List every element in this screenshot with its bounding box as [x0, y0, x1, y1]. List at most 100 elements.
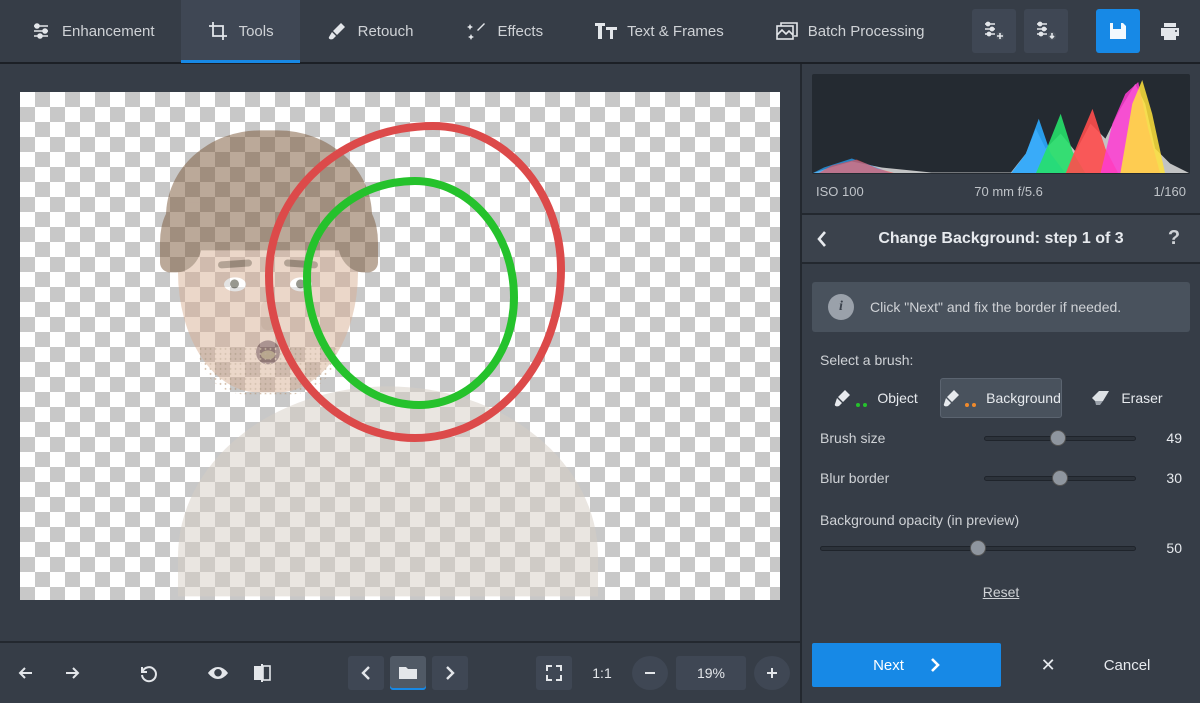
cancel-button-label: Cancel	[1104, 657, 1151, 674]
brush-eraser-label: Eraser	[1121, 390, 1162, 406]
next-image-button[interactable]	[432, 656, 468, 690]
slider-label: Background opacity (in preview)	[820, 512, 1182, 528]
save-button[interactable]	[1096, 9, 1140, 53]
cancel-button[interactable]: ✕ Cancel	[1001, 643, 1190, 687]
slider-value: 49	[1150, 430, 1182, 446]
object-dots-icon	[856, 403, 867, 407]
meta-lens: 70 mm f/5.6	[974, 184, 1043, 199]
eye-icon	[206, 665, 230, 681]
panel-title: Change Background: step 1 of 3	[878, 230, 1123, 248]
tab-batch-processing[interactable]: Batch Processing	[750, 0, 951, 63]
tab-label: Retouch	[358, 23, 414, 40]
slider-blur-border-track[interactable]	[984, 468, 1136, 488]
zoom-actual-button[interactable]: 1:1	[580, 656, 624, 690]
panel-back-button[interactable]	[816, 230, 840, 248]
image-canvas[interactable]	[20, 92, 780, 600]
undo-icon	[17, 665, 39, 681]
histogram	[812, 74, 1190, 174]
tab-retouch[interactable]: Retouch	[300, 0, 440, 63]
chevron-left-icon	[360, 665, 372, 681]
brush-icon	[326, 20, 348, 42]
zoom-level-display[interactable]: 19%	[676, 656, 746, 690]
reset-link[interactable]: Reset	[802, 568, 1200, 610]
image-metadata: ISO 100 70 mm f/5.6 1/160	[802, 180, 1200, 213]
browse-images-button[interactable]	[390, 656, 426, 690]
print-button[interactable]	[1148, 9, 1192, 53]
compare-button[interactable]	[244, 656, 280, 690]
panel-footer: Next ✕ Cancel	[802, 631, 1200, 703]
brush-object-label: Object	[877, 390, 917, 406]
zoom-in-button[interactable]	[754, 656, 790, 690]
slider-brush-size: Brush size 49	[802, 418, 1200, 458]
top-toolbar: Enhancement Tools Retouch Effects Text &…	[0, 0, 1200, 64]
zoom-level-value: 19%	[697, 665, 725, 681]
sliders-icon	[30, 20, 52, 42]
slider-blur-border: Blur border 30	[802, 458, 1200, 498]
slider-bg-opacity: Background opacity (in preview) 50	[820, 502, 1182, 568]
undo-button[interactable]	[10, 656, 46, 690]
brush-background-label: Background	[986, 390, 1061, 406]
preview-toggle-button[interactable]	[200, 656, 236, 690]
redo-icon	[59, 665, 81, 681]
fit-screen-button[interactable]	[536, 656, 572, 690]
slider-value: 50	[1150, 540, 1182, 556]
panel-help-button[interactable]: ?	[1162, 227, 1186, 250]
tab-effects[interactable]: Effects	[439, 0, 569, 63]
export-settings-button[interactable]	[1024, 9, 1068, 53]
import-settings-button[interactable]	[972, 9, 1016, 53]
sliders-export-icon	[1035, 20, 1057, 42]
tab-enhancement[interactable]: Enhancement	[4, 0, 181, 63]
subject-preview	[190, 162, 610, 596]
compare-icon	[252, 663, 272, 683]
folder-icon	[398, 665, 418, 681]
prev-image-button[interactable]	[348, 656, 384, 690]
slider-value: 30	[1150, 470, 1182, 486]
revert-icon	[138, 663, 158, 683]
right-panel: ISO 100 70 mm f/5.6 1/160 Change Backgro…	[800, 64, 1200, 703]
tab-label: Batch Processing	[808, 23, 925, 40]
brush-eraser[interactable]: Eraser	[1072, 378, 1182, 418]
bottom-toolbar: 1:1 19%	[0, 641, 800, 703]
brush-object-icon	[832, 389, 852, 407]
tab-text-frames[interactable]: Text & Frames	[569, 0, 750, 63]
hint-bar: i Click "Next" and fix the border if nee…	[812, 282, 1190, 332]
plus-icon	[765, 666, 779, 680]
slider-label: Blur border	[820, 470, 970, 486]
brush-background-icon	[941, 389, 961, 407]
brush-section-label: Select a brush:	[802, 332, 1200, 378]
canvas-area[interactable]	[0, 64, 800, 641]
hint-text: Click "Next" and fix the border if neede…	[870, 299, 1121, 315]
meta-iso: ISO 100	[816, 184, 864, 199]
magic-wand-icon	[465, 20, 487, 42]
background-dots-icon	[965, 403, 976, 407]
chevron-right-icon	[930, 657, 940, 673]
sliders-import-icon	[983, 20, 1005, 42]
zoom-out-button[interactable]	[632, 656, 668, 690]
slider-bg-opacity-track[interactable]	[820, 538, 1136, 558]
redo-button[interactable]	[52, 656, 88, 690]
tab-label: Effects	[497, 23, 543, 40]
brush-background[interactable]: Background	[940, 378, 1062, 418]
brush-object[interactable]: Object	[820, 378, 930, 418]
tab-label: Enhancement	[62, 23, 155, 40]
close-icon: ✕	[1041, 655, 1056, 676]
info-icon: i	[828, 294, 854, 320]
tab-tools[interactable]: Tools	[181, 0, 300, 63]
zoom-ratio-label: 1:1	[592, 665, 611, 681]
printer-icon	[1159, 20, 1181, 42]
revert-button[interactable]	[130, 656, 166, 690]
text-icon	[595, 20, 617, 42]
images-icon	[776, 20, 798, 42]
tab-label: Tools	[239, 23, 274, 40]
minus-icon	[643, 666, 657, 680]
panel-header: Change Background: step 1 of 3 ?	[802, 213, 1200, 264]
save-icon	[1108, 21, 1128, 41]
meta-shutter: 1/160	[1153, 184, 1186, 199]
slider-brush-size-track[interactable]	[984, 428, 1136, 448]
tab-label: Text & Frames	[627, 23, 724, 40]
chevron-right-icon	[444, 665, 456, 681]
next-button[interactable]: Next	[812, 643, 1001, 687]
slider-label: Brush size	[820, 430, 970, 446]
crop-icon	[207, 20, 229, 42]
fit-icon	[545, 664, 563, 682]
